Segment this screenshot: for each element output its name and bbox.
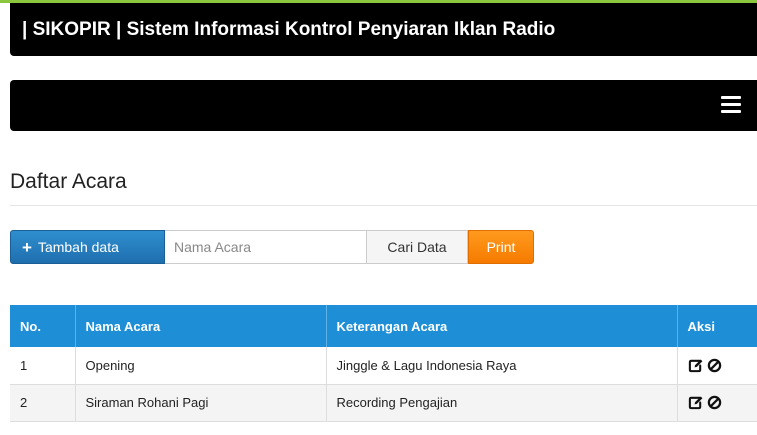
app-header: | SIKOPIR | Sistem Informasi Kontrol Pen…: [10, 3, 757, 56]
cell-keterangan: Jinggle & Lagu Indonesia Raya: [326, 347, 678, 385]
table-row: 2 Siraman Rohani Pagi Recording Pengajia…: [10, 384, 757, 422]
row-actions: [688, 358, 748, 373]
column-header-nama: Nama Acara: [75, 305, 327, 347]
column-header-no: No.: [10, 305, 76, 347]
table-row: 1 Opening Jinggle & Lagu Indonesia Raya: [10, 347, 757, 385]
column-header-aksi: Aksi: [677, 305, 757, 347]
search-button[interactable]: Cari Data: [367, 230, 468, 264]
cell-nama: Opening: [75, 347, 327, 385]
edit-icon[interactable]: [688, 395, 703, 410]
cell-aksi: [677, 384, 757, 422]
hamburger-line: [721, 96, 741, 99]
row-actions: [688, 395, 748, 410]
toolbar: + Tambah data Cari Data Print: [10, 230, 534, 264]
delete-icon[interactable]: [707, 395, 722, 410]
cell-nama: Siraman Rohani Pagi: [75, 384, 327, 422]
app-title: | SIKOPIR | Sistem Informasi Kontrol Pen…: [22, 18, 556, 40]
title-divider: [10, 205, 757, 206]
navbar: [10, 80, 757, 131]
delete-icon[interactable]: [707, 358, 722, 373]
hamburger-menu-icon[interactable]: [721, 96, 741, 113]
cell-no: 2: [10, 384, 76, 422]
print-button[interactable]: Print: [468, 230, 534, 264]
add-data-label: Tambah data: [37, 239, 119, 255]
acara-table: No. Nama Acara Keterangan Acara Aksi 1 O…: [10, 305, 757, 422]
add-data-button[interactable]: + Tambah data: [10, 230, 165, 264]
search-input[interactable]: [165, 230, 367, 264]
hamburger-line: [721, 110, 741, 113]
plus-icon: +: [22, 237, 32, 257]
edit-icon[interactable]: [688, 358, 703, 373]
cell-keterangan: Recording Pengajian: [326, 384, 678, 422]
hamburger-line: [721, 103, 741, 106]
cell-aksi: [677, 347, 757, 385]
table-header-row: No. Nama Acara Keterangan Acara Aksi: [10, 305, 757, 347]
cell-no: 1: [10, 347, 76, 385]
column-header-keterangan: Keterangan Acara: [326, 305, 678, 347]
page-title: Daftar Acara: [10, 170, 127, 193]
